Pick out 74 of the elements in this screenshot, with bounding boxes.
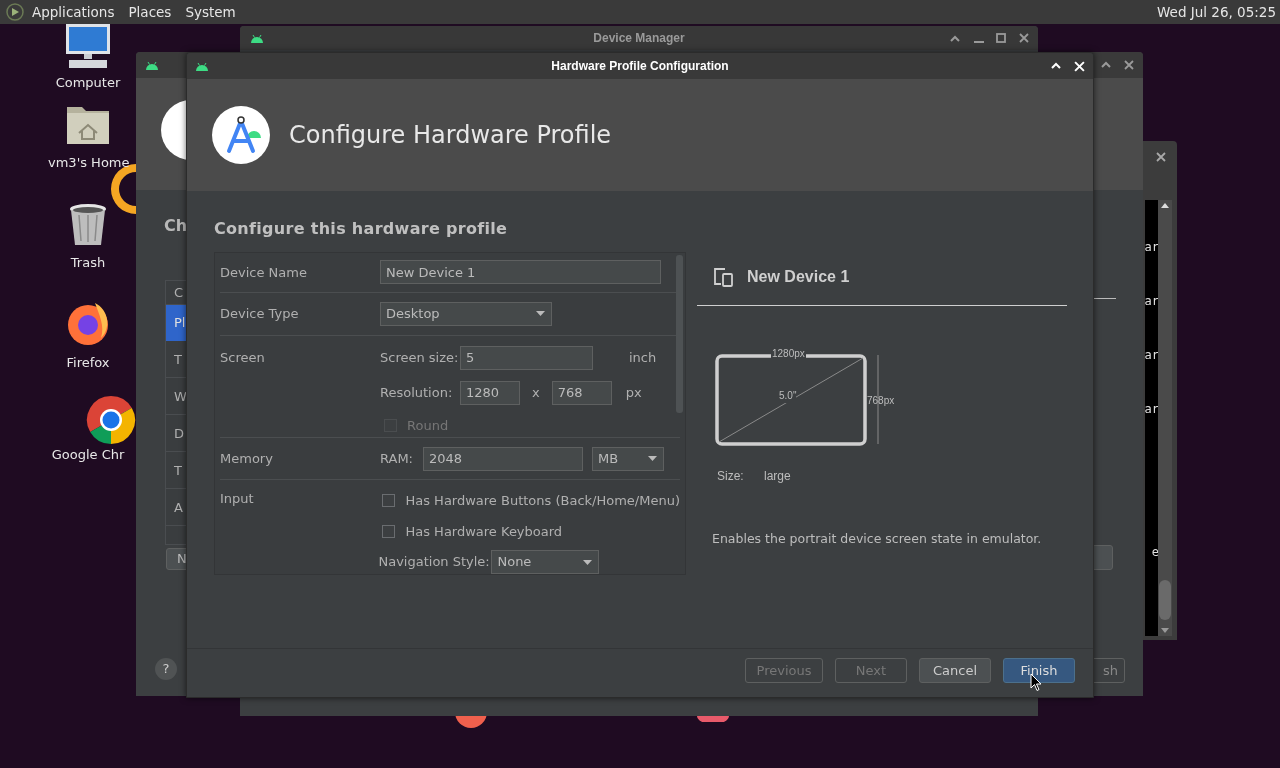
scroll-up-icon[interactable] bbox=[1161, 203, 1169, 208]
maximize-icon[interactable] bbox=[996, 33, 1006, 43]
page-heading: Ch bbox=[164, 215, 188, 237]
desktop-icon-label[interactable]: Computer bbox=[48, 73, 128, 93]
help-button[interactable]: ? bbox=[155, 658, 177, 680]
scroll-down-icon[interactable] bbox=[1161, 628, 1169, 633]
dialog-button[interactable]: Cancel bbox=[919, 658, 991, 683]
checkbox-label: Has Hardware Keyboard bbox=[405, 522, 563, 541]
panel-menu[interactable]: Places bbox=[128, 1, 172, 23]
ram-unit-dropdown[interactable]: MB bbox=[592, 446, 664, 471]
close-icon[interactable] bbox=[1156, 152, 1166, 162]
desktop-icon-label[interactable]: Trash bbox=[48, 253, 128, 273]
device-type-dropdown[interactable]: Desktop bbox=[380, 301, 552, 326]
caret-icon bbox=[536, 311, 545, 317]
window-title: Device Manager bbox=[593, 30, 685, 47]
checkbox[interactable] bbox=[382, 524, 396, 538]
size-label: Size: bbox=[717, 468, 745, 485]
chrome-icon bbox=[86, 395, 136, 445]
caret-icon bbox=[583, 559, 593, 565]
cursor-icon bbox=[1030, 673, 1042, 692]
unit-label: inch bbox=[629, 348, 657, 367]
separator-label: x bbox=[532, 383, 540, 402]
desktop-icon-label[interactable]: Google Chr bbox=[48, 445, 128, 465]
height-field[interactable]: 768 bbox=[551, 380, 612, 405]
computer-icon bbox=[63, 22, 113, 70]
desktop-icon-label[interactable]: Firefox bbox=[48, 353, 128, 373]
description-text: Enables the portrait device screen state in emulator. bbox=[712, 530, 1043, 548]
size-value: large bbox=[764, 468, 791, 485]
system-logo-icon[interactable] bbox=[6, 3, 24, 21]
terminal-text: e bbox=[1151, 546, 1159, 558]
firefox-icon bbox=[65, 300, 111, 346]
dialog-button[interactable]: Finish bbox=[1003, 658, 1075, 683]
window-title: Hardware Profile Configuration bbox=[551, 58, 729, 75]
terminal-text: ar bbox=[1144, 241, 1159, 253]
desktop-app-icon bbox=[697, 716, 729, 722]
terminal-text: ar bbox=[1144, 403, 1159, 415]
android-icon bbox=[250, 34, 264, 43]
checkbox[interactable] bbox=[382, 494, 396, 508]
diagonal-label: 5.0" bbox=[779, 388, 797, 403]
width-label: 1280px bbox=[771, 346, 806, 361]
android-icon bbox=[145, 61, 159, 70]
checkbox-label: Round bbox=[407, 416, 449, 435]
navigation-style-dropdown[interactable]: None bbox=[491, 550, 600, 574]
field-label: Resolution: bbox=[380, 383, 454, 402]
field-label: Device Type bbox=[220, 305, 300, 324]
devices-icon bbox=[713, 267, 735, 287]
terminal-text: ar bbox=[1144, 295, 1159, 307]
app-logo bbox=[211, 105, 271, 165]
field-label: Device Name bbox=[220, 263, 308, 282]
panel-menu[interactable]: Applications bbox=[32, 1, 115, 23]
height-label: 768px bbox=[867, 394, 895, 408]
field-label: Screen size: bbox=[380, 348, 460, 367]
field-label: Input bbox=[220, 490, 255, 508]
device-name-field[interactable]: New Device 1 bbox=[380, 260, 661, 285]
panel-menu[interactable]: System bbox=[185, 1, 236, 23]
caret-icon bbox=[648, 456, 657, 462]
scrollbar-thumb[interactable] bbox=[1159, 580, 1171, 620]
unit-label: px bbox=[625, 383, 642, 402]
ram-field[interactable]: 2048 bbox=[423, 446, 583, 471]
dialog-heading: Configure Hardware Profile bbox=[289, 120, 612, 151]
terminal-text: ar bbox=[1144, 349, 1159, 361]
field-label: Screen bbox=[220, 348, 266, 367]
android-icon bbox=[195, 62, 209, 71]
trash-icon bbox=[69, 203, 107, 247]
section-title: Configure this hardware profile bbox=[214, 218, 508, 240]
screen-size-field[interactable]: 5 bbox=[460, 345, 593, 370]
clock[interactable]: Wed Jul 26, 05:25 bbox=[1157, 1, 1276, 23]
field-label: RAM: bbox=[380, 449, 414, 468]
device-name-heading: New Device 1 bbox=[747, 267, 850, 287]
checkbox-label: Has Hardware Buttons (Back/Home/Menu) bbox=[405, 492, 680, 510]
width-field[interactable]: 1280 bbox=[460, 380, 520, 405]
field-label: Navigation Style: bbox=[378, 553, 491, 572]
desktop-icon-label[interactable]: vm3's Home bbox=[48, 153, 128, 173]
field-label: Memory bbox=[220, 449, 274, 468]
